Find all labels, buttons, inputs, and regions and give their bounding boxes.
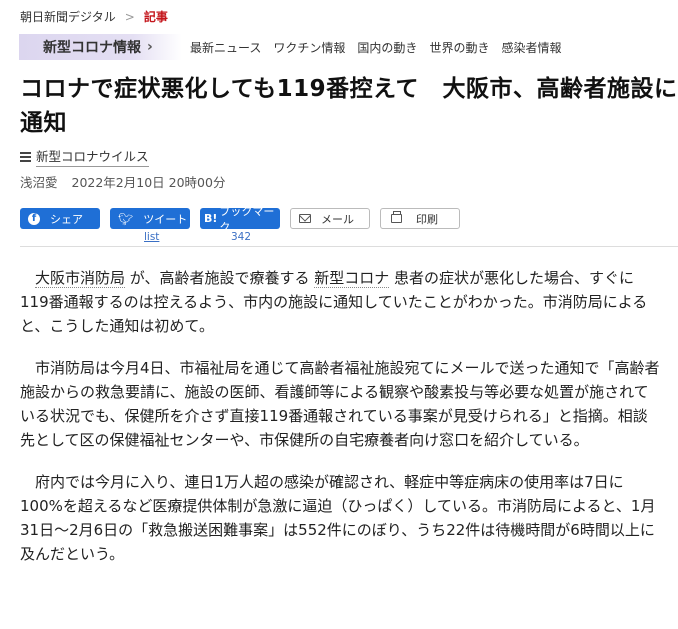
twitter-icon: 🐦︎ (118, 211, 134, 226)
breadcrumb-separator: > (124, 9, 135, 24)
nav-item-vaccine[interactable]: ワクチン情報 (273, 39, 345, 56)
topic-tag-label: 新型コロナウイルス (36, 146, 149, 167)
print-button[interactable]: 印刷 (380, 208, 460, 229)
chevron-right-icon: › (147, 39, 153, 55)
article-meta: 浅沼愛 2022年2月10日 20時00分 (20, 172, 225, 191)
print-label: 印刷 (416, 212, 438, 226)
nav-item-latest-news[interactable]: 最新ニュース (190, 39, 261, 56)
nav-item-infection-data[interactable]: 感染者情報 (501, 39, 561, 56)
featured-topic-link[interactable]: 新型コロナ情報 › (19, 34, 182, 60)
breadcrumb-home-link[interactable]: 朝日新聞デジタル (20, 8, 116, 25)
topic-nav: 新型コロナ情報 › 最新ニュース ワクチン情報 国内の動き 世界の動き 感染者情… (19, 34, 561, 60)
mail-icon (299, 214, 311, 223)
paragraph-text: が、高齢者施設で療養する (125, 269, 315, 287)
topic-tag[interactable]: 新型コロナウイルス (20, 146, 149, 167)
share-twitter-label: ツイート (143, 212, 188, 226)
share-hatena-label: ブックマーク (219, 204, 275, 234)
breadcrumb-current: 記事 (143, 10, 168, 24)
article-paragraph: 府内では今月に入り、連日1万人超の感染が確認され、軽症中等症病床の使用率は7日に… (20, 473, 656, 563)
divider (20, 246, 678, 247)
share-facebook-label: シェア (50, 212, 83, 226)
nav-item-domestic[interactable]: 国内の動き (357, 39, 417, 56)
publish-date: 2022年2月10日 20時00分 (71, 175, 226, 190)
share-facebook-button[interactable]: f シェア (20, 208, 100, 229)
featured-topic-label: 新型コロナ情報 (43, 40, 141, 56)
keyword-link-new-corona[interactable]: 新型コロナ (314, 269, 390, 288)
list-icon (20, 151, 31, 162)
nav-item-world[interactable]: 世界の動き (429, 39, 489, 56)
article-title: コロナで症状悪化しても119番控えて 大阪市、高齢者施設に通知 (20, 76, 678, 136)
share-twitter-button[interactable]: 🐦︎ ツイート (110, 208, 190, 229)
share-hatena-button[interactable]: B! ブックマーク (200, 205, 280, 234)
share-mail-button[interactable]: メール (290, 208, 370, 229)
hatena-bookmark-icon: B! (204, 212, 218, 225)
twitter-list-link[interactable]: list (144, 231, 159, 243)
article-paragraph: 大阪市消防局 が、高齢者施設で療養する 新型コロナ 患者の症状が悪化した場合、す… (20, 266, 660, 338)
article-body: 大阪市消防局 が、高齢者施設で療養する 新型コロナ 患者の症状が悪化した場合、す… (20, 266, 660, 584)
hatena-bookmark-count[interactable]: 342 (231, 231, 251, 243)
author-name[interactable]: 浅沼愛 (20, 175, 58, 190)
breadcrumb: 朝日新聞デジタル > 記事 (20, 8, 168, 25)
share-mail-label: メール (321, 212, 354, 226)
print-icon (391, 211, 402, 223)
article-paragraph: 市消防局は今月4日、市福祉局を通じて高齢者福祉施設宛てにメールで送った通知で「高… (20, 359, 660, 449)
keyword-link-osaka-fire-department[interactable]: 大阪市消防局 (35, 269, 126, 288)
facebook-icon: f (28, 212, 40, 225)
